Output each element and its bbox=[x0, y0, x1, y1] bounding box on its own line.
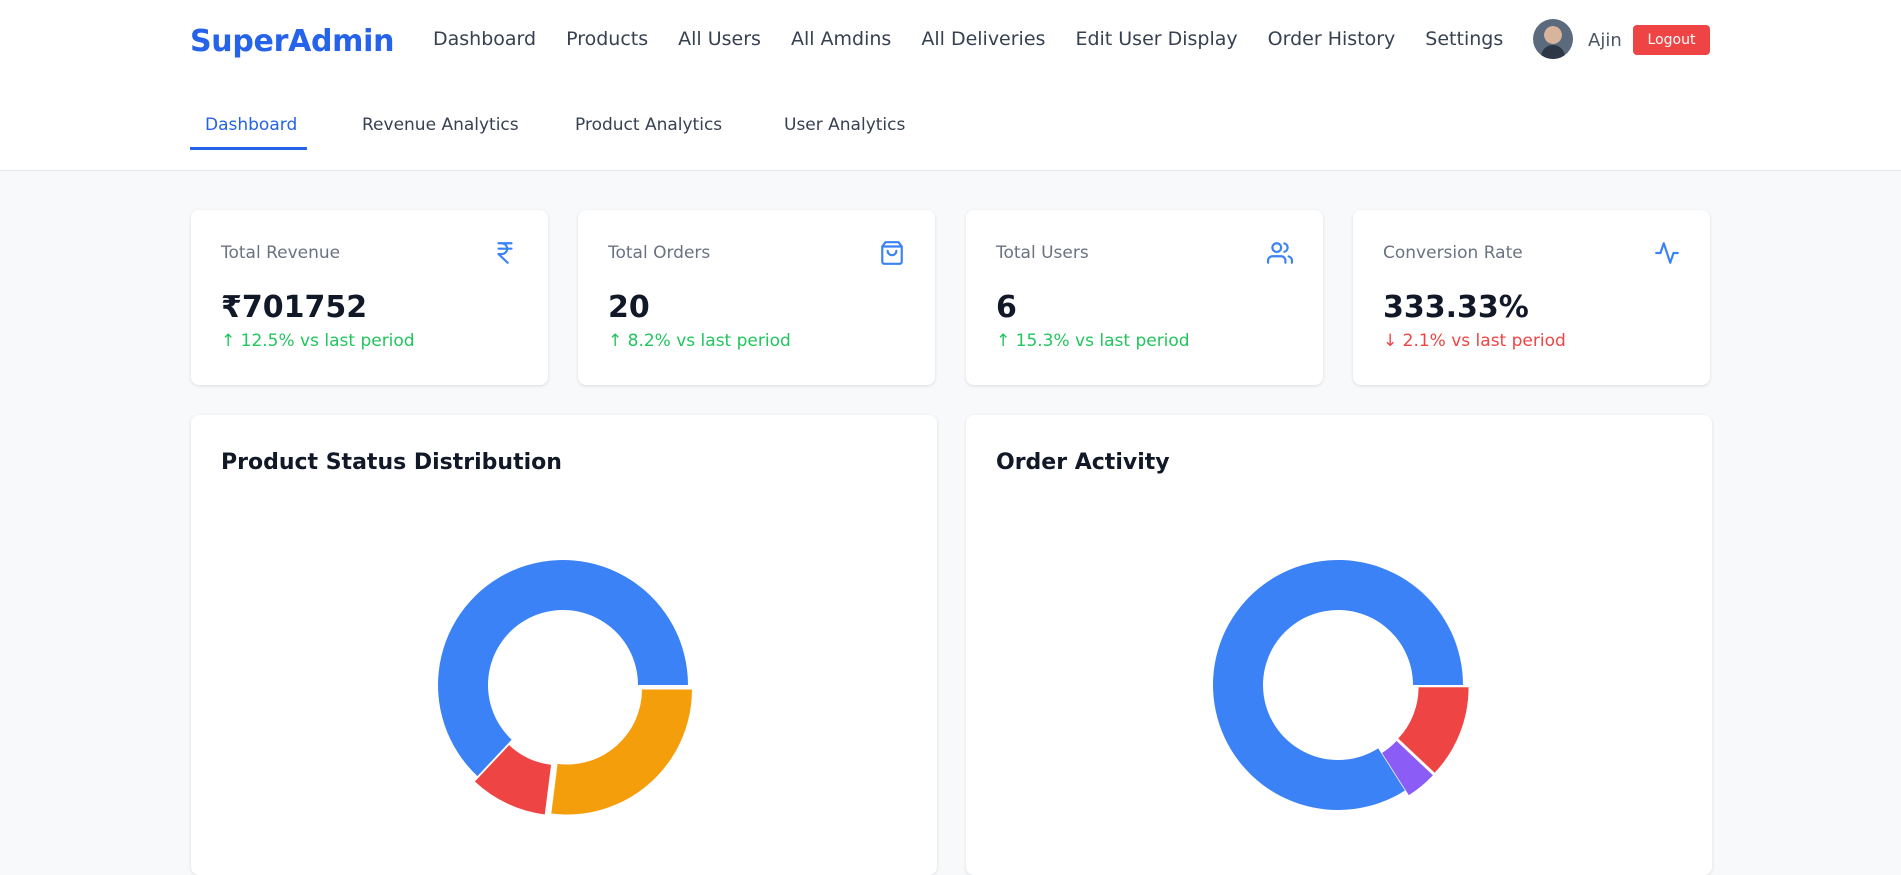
stat-trend: ↓ 2.1% vs last period bbox=[1383, 331, 1566, 351]
nav-all-admins[interactable]: All Amdins bbox=[791, 28, 891, 50]
tab-product-analytics[interactable]: Product Analytics bbox=[575, 115, 722, 135]
nav-all-users[interactable]: All Users bbox=[678, 28, 761, 50]
stat-card-total-users: Total Users 6 ↑ 15.3% vs last period bbox=[966, 210, 1323, 385]
nav-dashboard[interactable]: Dashboard bbox=[433, 28, 536, 50]
stat-trend: ↑ 8.2% vs last period bbox=[608, 331, 791, 351]
user-avatar[interactable] bbox=[1533, 19, 1573, 59]
tab-user-analytics[interactable]: User Analytics bbox=[784, 115, 905, 135]
order-activity-donut-chart bbox=[1213, 560, 1469, 810]
stat-trend: ↑ 12.5% vs last period bbox=[221, 331, 415, 351]
product-status-chart-card: Product Status Distribution bbox=[191, 415, 937, 875]
nav-settings[interactable]: Settings bbox=[1425, 28, 1503, 50]
tab-dashboard[interactable]: Dashboard bbox=[205, 115, 297, 135]
nav-products[interactable]: Products bbox=[566, 28, 648, 50]
main-nav: Dashboard Products All Users All Amdins … bbox=[433, 28, 1533, 50]
rupee-icon bbox=[497, 242, 513, 264]
active-tab-indicator bbox=[190, 147, 307, 150]
tab-revenue-analytics[interactable]: Revenue Analytics bbox=[362, 115, 519, 135]
stat-label: Total Revenue bbox=[221, 243, 341, 263]
shopping-bag-icon bbox=[881, 241, 903, 265]
stat-label: Total Users bbox=[996, 243, 1089, 263]
stat-card-total-revenue: Total Revenue ₹701752 ↑ 12.5% vs last pe… bbox=[191, 210, 548, 385]
stat-value: ₹701752 bbox=[221, 290, 368, 325]
stat-label: Conversion Rate bbox=[1383, 243, 1523, 263]
logout-button[interactable]: Logout bbox=[1633, 25, 1710, 55]
nav-order-history[interactable]: Order History bbox=[1268, 28, 1396, 50]
donut-slice-2[interactable] bbox=[551, 689, 692, 815]
top-header: SuperAdmin Dashboard Products All Users … bbox=[0, 0, 1901, 171]
stat-card-total-orders: Total Orders 20 ↑ 8.2% vs last period bbox=[578, 210, 935, 385]
stat-label: Total Orders bbox=[608, 243, 711, 263]
activity-icon bbox=[1655, 242, 1679, 264]
product-status-donut-chart bbox=[438, 560, 692, 815]
nav-all-deliveries[interactable]: All Deliveries bbox=[921, 28, 1045, 50]
stat-trend: ↑ 15.3% vs last period bbox=[996, 331, 1190, 351]
stat-value: 333.33% bbox=[1383, 290, 1529, 325]
user-name: Ajin bbox=[1588, 30, 1622, 51]
nav-edit-user-display[interactable]: Edit User Display bbox=[1075, 28, 1237, 50]
brand-logo[interactable]: SuperAdmin bbox=[190, 24, 394, 59]
users-icon bbox=[1267, 242, 1293, 264]
stat-card-conversion-rate: Conversion Rate 333.33% ↓ 2.1% vs last p… bbox=[1353, 210, 1710, 385]
order-activity-chart-card: Order Activity bbox=[966, 415, 1712, 875]
stat-value: 6 bbox=[996, 290, 1017, 325]
stat-value: 20 bbox=[608, 290, 650, 325]
